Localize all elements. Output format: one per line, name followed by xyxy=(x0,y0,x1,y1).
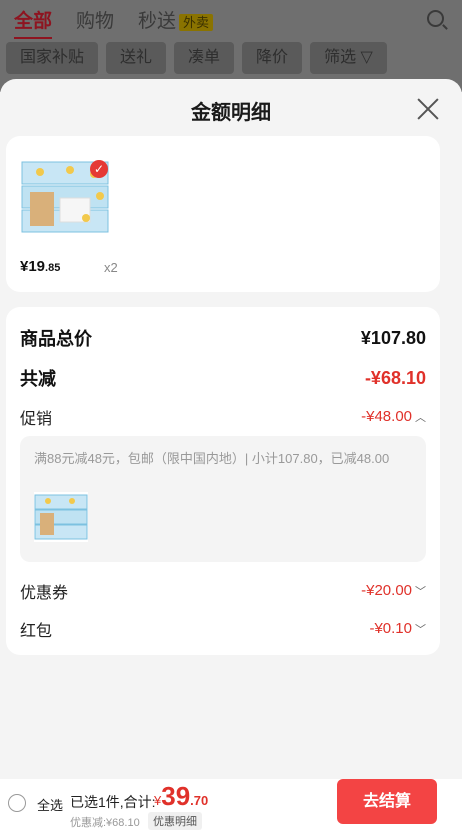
total-label: 商品总价 xyxy=(20,329,92,349)
amount-detail-sheet: 金额明细 ✓ ¥19.85 x2 商品总价 ¥107.80 共减 -¥68.10… xyxy=(0,79,462,779)
product-card: ✓ ¥19.85 x2 xyxy=(6,136,440,292)
top-tabs: 全部 购物 秒送 外卖 xyxy=(14,6,448,39)
check-icon: ✓ xyxy=(90,160,108,178)
unit-price-decimal: .85 xyxy=(45,262,61,274)
discount-summary: 优惠减:¥68.10 xyxy=(70,817,140,829)
tab-flash[interactable]: 秒送 外卖 xyxy=(138,6,214,33)
unit-price-main: ¥19 xyxy=(20,258,46,275)
coupon-label: 优惠券 xyxy=(20,585,69,602)
tab-flash-label: 秒送 xyxy=(138,10,177,32)
filter-more-label: 筛选 xyxy=(324,49,357,66)
filter-bar: 国家补贴 送礼 凑单 降价 筛选 ▽ xyxy=(6,42,387,74)
promo-value: -¥48.00 xyxy=(361,408,412,425)
redpacket-value-wrap: -¥0.10 ﹀ xyxy=(369,620,426,638)
checkout-button[interactable]: 去结算 xyxy=(337,779,437,824)
reduce-label: 共减 xyxy=(20,369,56,389)
waimai-badge: 外卖 xyxy=(179,13,214,31)
checkout-bar: 全选 已选1件,合计: ¥39.70 优惠减:¥68.10 优惠明细 去结算 xyxy=(0,779,462,838)
quantity: x2 xyxy=(104,260,118,275)
chevron-down-icon: ﹀ xyxy=(415,586,426,598)
total-amount: ¥39.70 xyxy=(154,781,208,812)
discount-detail-button[interactable]: 优惠明细 xyxy=(148,812,202,830)
price-breakdown-card: 商品总价 ¥107.80 共减 -¥68.10 促销 -¥48.00 ︿ 满88元… xyxy=(6,307,440,655)
search-icon[interactable] xyxy=(427,10,444,27)
total-value: ¥107.80 xyxy=(360,327,426,348)
coupon-value-wrap: -¥20.00 ﹀ xyxy=(361,582,426,600)
tab-shopping[interactable]: 购物 xyxy=(76,6,114,33)
select-all-label[interactable]: 全选 xyxy=(37,795,63,814)
chevron-down-icon: ﹀ xyxy=(415,624,426,636)
tab-all[interactable]: 全部 xyxy=(14,6,53,39)
filter-more[interactable]: 筛选 ▽ xyxy=(310,42,387,74)
filter-bundle[interactable]: 凑单 xyxy=(174,42,235,74)
filter-subsidy[interactable]: 国家补贴 xyxy=(6,42,99,74)
redpacket-value: -¥0.10 xyxy=(369,620,412,637)
promo-detail-box: 满88元减48元，包邮（限中国内地）| 小计107.80，已减48.00 xyxy=(20,436,426,562)
promo-product-image xyxy=(34,492,88,542)
sheet-title: 金额明细 xyxy=(191,102,271,124)
chevron-up-icon: ︿ xyxy=(415,412,426,424)
row-redpacket[interactable]: 红包 -¥0.10 ﹀ xyxy=(20,617,426,641)
total-integer: 39 xyxy=(161,781,191,811)
row-coupon[interactable]: 优惠券 -¥20.00 ﹀ xyxy=(20,579,426,603)
total-decimal: .70 xyxy=(190,793,209,808)
promo-description: 满88元减48元，包邮（限中国内地）| 小计107.80，已减48.00 xyxy=(34,451,390,466)
promo-label: 促销 xyxy=(20,411,53,428)
promo-value-wrap: -¥48.00 ︿ xyxy=(361,408,426,426)
funnel-icon: ▽ xyxy=(360,49,373,66)
select-all-radio[interactable] xyxy=(8,794,26,812)
row-promo[interactable]: 促销 -¥48.00 ︿ xyxy=(20,405,426,429)
unit-price: ¥19.85 xyxy=(20,258,60,275)
selected-summary: 已选1件,合计: xyxy=(70,794,156,810)
coupon-value: -¥20.00 xyxy=(361,582,412,599)
filter-price-drop[interactable]: 降价 xyxy=(242,42,303,74)
row-reduce: 共减 -¥68.10 xyxy=(20,365,426,391)
row-total: 商品总价 ¥107.80 xyxy=(20,325,426,351)
close-icon[interactable] xyxy=(416,97,440,121)
filter-gift[interactable]: 送礼 xyxy=(106,42,167,74)
reduce-value: -¥68.10 xyxy=(364,367,426,388)
redpacket-label: 红包 xyxy=(20,623,53,640)
